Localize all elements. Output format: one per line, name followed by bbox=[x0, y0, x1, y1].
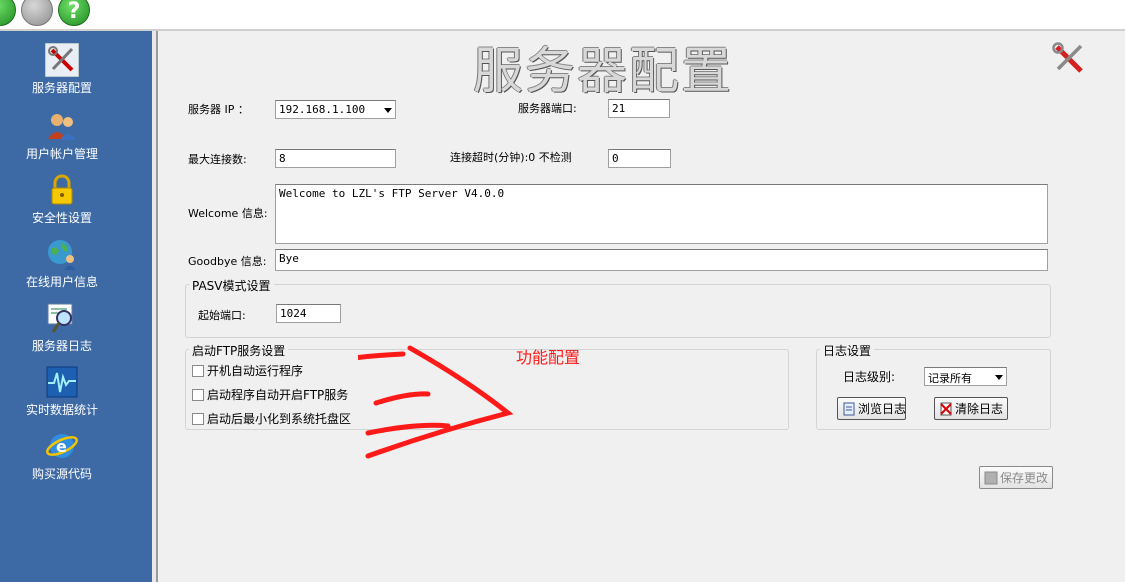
max-connections-input[interactable]: 8 bbox=[275, 149, 396, 168]
pulse-chart-icon bbox=[46, 366, 78, 398]
log-level-value: 记录所有 bbox=[928, 372, 972, 385]
sidebar-item-server-config[interactable]: 服务器配置 bbox=[0, 43, 124, 107]
log-level-select[interactable]: 记录所有 bbox=[924, 367, 1007, 386]
start-port-input[interactable]: 1024 bbox=[276, 304, 341, 323]
timeout-input[interactable]: 0 bbox=[608, 149, 671, 168]
log-magnifier-icon bbox=[47, 303, 73, 333]
pasv-group-title: PASV模式设置 bbox=[189, 277, 274, 294]
sidebar-item-label: 购买源代码 bbox=[31, 467, 92, 481]
startup-group-title: 启动FTP服务设置 bbox=[189, 342, 289, 359]
max-connections-label: 最大连接数: bbox=[188, 153, 247, 166]
checkbox-box[interactable] bbox=[192, 365, 204, 377]
sidebar-item-server-log[interactable]: 服务器日志 bbox=[0, 301, 124, 365]
welcome-message-textarea[interactable]: Welcome to LZL's FTP Server V4.0.0 bbox=[275, 184, 1048, 244]
delete-document-icon bbox=[940, 402, 952, 416]
auto-run-on-boot-checkbox[interactable]: 开机自动运行程序 bbox=[192, 362, 303, 378]
sidebar-item-realtime-stats[interactable]: 实时数据统计 bbox=[0, 365, 124, 429]
checkbox-box[interactable] bbox=[192, 413, 204, 425]
server-ip-label: 服务器 IP ： bbox=[188, 103, 249, 116]
sidebar-item-label: 服务器配置 bbox=[31, 81, 92, 95]
tools-icon[interactable] bbox=[1051, 41, 1087, 77]
clear-log-button[interactable]: 清除日志 bbox=[934, 397, 1008, 420]
server-ip-value: 192.168.1.100 bbox=[279, 103, 366, 116]
checkbox-label: 启动程序自动开启FTP服务 bbox=[207, 388, 349, 402]
page-title: 服务器配置 bbox=[473, 42, 733, 100]
top-toolbar: ? bbox=[0, 0, 1125, 31]
sidebar-item-label: 安全性设置 bbox=[31, 211, 92, 225]
welcome-label: Welcome 信息: bbox=[188, 207, 268, 220]
ie-globe-icon: e bbox=[46, 434, 78, 458]
log-settings-group: 日志设置 日志级别: 记录所有 浏览日志 清除日志 bbox=[816, 342, 1051, 430]
sidebar-item-label: 用户帐户管理 bbox=[25, 147, 98, 161]
server-config-panel: 服务器配置 服务器 IP ： 192.168.1.100 服务器端口: 21 最… bbox=[158, 31, 1125, 582]
sidebar-item-online-users[interactable]: 在线用户信息 bbox=[0, 237, 124, 301]
red-arrow-annotation bbox=[358, 345, 514, 459]
pasv-settings-group: PASV模式设置 起始端口: 1024 bbox=[185, 277, 1051, 338]
sidebar-item-label: 在线用户信息 bbox=[25, 275, 98, 289]
checkbox-label: 启动后最小化到系统托盘区 bbox=[207, 412, 352, 426]
green-status-icon[interactable] bbox=[0, 0, 16, 26]
timeout-label: 连接超时(分钟):0 不检测 bbox=[450, 151, 572, 164]
sidebar-item-label: 实时数据统计 bbox=[25, 403, 98, 417]
log-group-title: 日志设置 bbox=[820, 342, 875, 359]
sidebar: 服务器配置 用户帐户管理 安全性设置 在线用户信息 服务器日志 实时数据统计 e… bbox=[0, 31, 152, 582]
chevron-down-icon bbox=[384, 108, 392, 113]
globe-user-icon bbox=[48, 240, 76, 270]
auto-start-ftp-checkbox[interactable]: 启动程序自动开启FTP服务 bbox=[192, 386, 348, 402]
svg-text:e: e bbox=[56, 437, 67, 456]
clear-log-label: 清除日志 bbox=[955, 402, 1004, 416]
browse-log-label: 浏览日志 bbox=[858, 402, 907, 416]
sidebar-item-user-accounts[interactable]: 用户帐户管理 bbox=[0, 109, 124, 173]
users-icon bbox=[48, 114, 76, 140]
chevron-down-icon bbox=[995, 375, 1003, 380]
feature-config-annotation: 功能配置 bbox=[516, 348, 581, 367]
start-port-label: 起始端口: bbox=[198, 309, 246, 322]
gray-status-icon[interactable] bbox=[21, 0, 53, 26]
sidebar-item-label: 服务器日志 bbox=[31, 339, 92, 353]
sidebar-item-buy-source[interactable]: e 购买源代码 bbox=[0, 429, 124, 493]
goodbye-message-input[interactable]: Bye bbox=[275, 249, 1048, 271]
help-icon[interactable]: ? bbox=[58, 0, 90, 26]
save-changes-label: 保存更改 bbox=[1000, 471, 1049, 485]
browse-log-button[interactable]: 浏览日志 bbox=[837, 397, 906, 420]
save-changes-button[interactable]: 保存更改 bbox=[979, 466, 1053, 489]
save-icon bbox=[984, 471, 998, 485]
lock-icon bbox=[51, 174, 73, 205]
goodbye-label: Goodbye 信息: bbox=[188, 255, 267, 268]
minimize-to-tray-checkbox[interactable]: 启动后最小化到系统托盘区 bbox=[192, 410, 351, 426]
server-port-label: 服务器端口: bbox=[518, 102, 577, 115]
tools-icon bbox=[45, 43, 79, 77]
checkbox-label: 开机自动运行程序 bbox=[207, 364, 304, 378]
server-port-input[interactable]: 21 bbox=[608, 99, 670, 118]
server-ip-select[interactable]: 192.168.1.100 bbox=[275, 100, 396, 119]
document-icon bbox=[843, 402, 855, 416]
sidebar-item-security[interactable]: 安全性设置 bbox=[0, 173, 124, 237]
checkbox-box[interactable] bbox=[192, 389, 204, 401]
log-level-label: 日志级别: bbox=[843, 370, 896, 384]
